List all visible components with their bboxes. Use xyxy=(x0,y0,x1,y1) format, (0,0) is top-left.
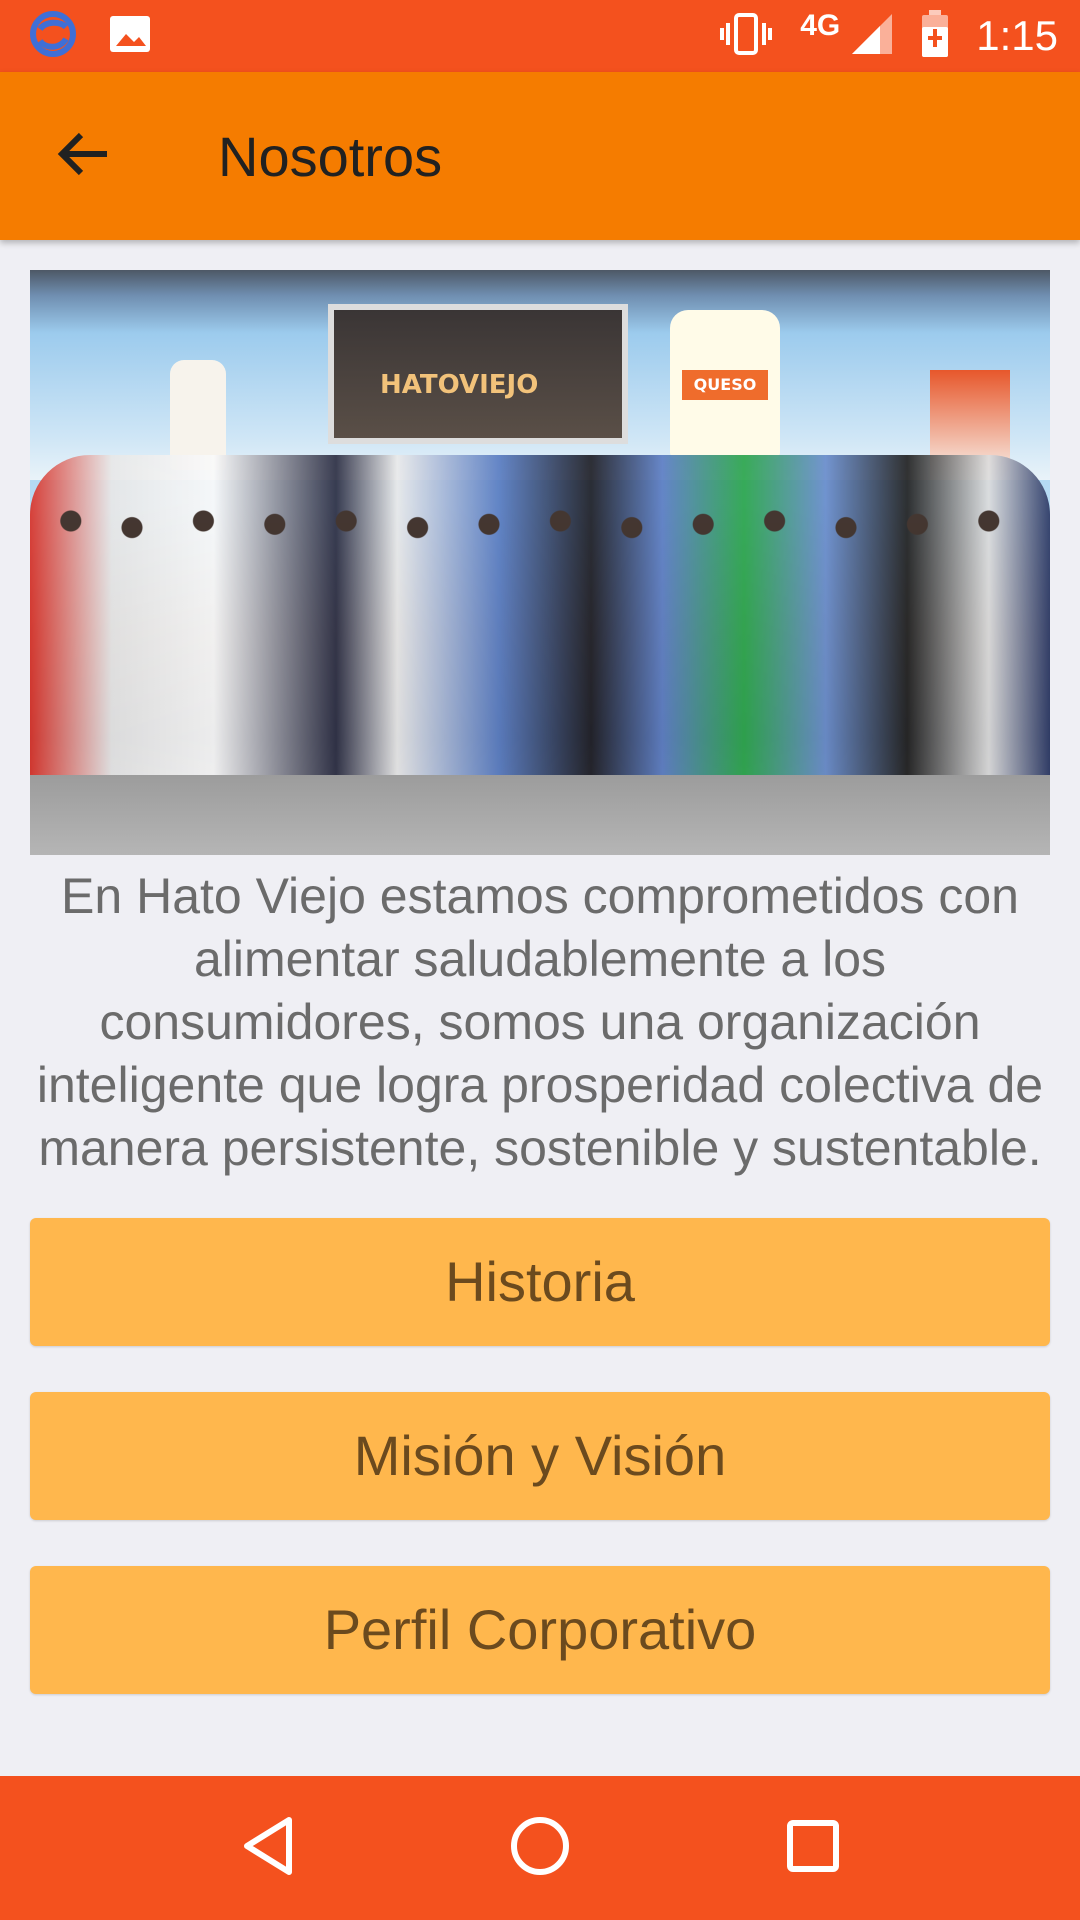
jug-label: QUESO xyxy=(682,370,768,400)
page-title: Nosotros xyxy=(218,124,443,188)
back-triangle-icon xyxy=(239,1815,295,1882)
nav-home-button[interactable] xyxy=(485,1793,595,1903)
recents-square-icon xyxy=(785,1818,841,1879)
status-right: 4G 1:15 xyxy=(692,9,1058,64)
back-button[interactable] xyxy=(24,96,144,216)
network-type-label: 4G xyxy=(800,9,841,42)
signal-icon xyxy=(850,12,894,61)
status-bar: 4G 1:15 xyxy=(0,0,1080,72)
app-bar: Nosotros xyxy=(0,72,1080,240)
status-left xyxy=(28,9,182,64)
milk-bottle-graphic xyxy=(170,360,226,470)
content-area: HATOVIEJO QUESO En Hato Viejo estamos co… xyxy=(30,270,1050,1694)
ground xyxy=(30,775,1050,855)
team-photo: HATOVIEJO QUESO xyxy=(30,270,1050,855)
mision-vision-button[interactable]: Misión y Visión xyxy=(30,1392,1050,1520)
status-time: 1:15 xyxy=(976,12,1058,59)
arrow-back-icon xyxy=(57,131,111,182)
about-description: En Hato Viejo estamos comprometidos con … xyxy=(36,868,1044,1176)
group-of-people xyxy=(30,455,1050,785)
sync-app-icon xyxy=(28,9,78,64)
home-circle-icon xyxy=(509,1815,571,1882)
brand-logo-text: HATOVIEJO xyxy=(380,370,539,400)
vibrate-icon xyxy=(718,11,774,62)
system-nav-bar xyxy=(0,1776,1080,1920)
historia-button[interactable]: Historia xyxy=(30,1218,1050,1346)
perfil-corporativo-button[interactable]: Perfil Corporativo xyxy=(30,1566,1050,1694)
battery-charging-icon xyxy=(920,9,950,64)
gallery-icon xyxy=(108,14,152,59)
nav-recents-button[interactable] xyxy=(758,1793,868,1903)
nav-back-button[interactable] xyxy=(212,1793,322,1903)
